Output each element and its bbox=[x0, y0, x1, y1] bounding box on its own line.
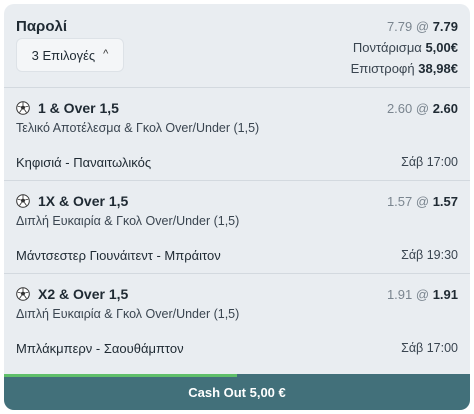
odds-separator: @ bbox=[412, 101, 433, 116]
selection-title: X2 & Over 1,5 bbox=[38, 286, 129, 302]
chevron-up-icon: ^ bbox=[103, 48, 109, 60]
return-label: Επιστροφή bbox=[350, 61, 415, 76]
parlay-title: Παρολί bbox=[16, 18, 68, 35]
selection-teams: Κηφισιά - Παναιτωλικός bbox=[16, 155, 152, 170]
selection-time: Σάβ 19:30 bbox=[401, 248, 458, 262]
parlay-odds-old: 7.79 bbox=[386, 19, 413, 34]
odds-separator: @ bbox=[412, 19, 433, 34]
stake-value: 5,00€ bbox=[425, 40, 458, 55]
selection-item: 1X & Over 1,5 1.57 @ 1.57 Διπλή Ευκαιρία… bbox=[4, 181, 470, 274]
selection-odds-new: 1.57 bbox=[432, 194, 458, 209]
selection-odds-old: 1.57 bbox=[386, 194, 413, 209]
odds-separator: @ bbox=[412, 194, 433, 209]
bet-card: Παρολί 3 Επιλογές ^ 7.79 @ 7.79 Ποντάρισ… bbox=[4, 4, 470, 410]
parlay-header: Παρολί 3 Επιλογές ^ 7.79 @ 7.79 Ποντάρισ… bbox=[4, 4, 470, 88]
selection-item: 1 & Over 1,5 2.60 @ 2.60 Τελικό Αποτέλεσ… bbox=[4, 88, 470, 181]
selection-time: Σάβ 17:00 bbox=[401, 341, 458, 355]
selection-market: Τελικό Αποτέλεσμα & Γκολ Over/Under (1,5… bbox=[16, 121, 260, 135]
return-value: 38,98€ bbox=[418, 61, 458, 76]
selection-item: X2 & Over 1,5 1.91 @ 1.91 Διπλή Ευκαιρία… bbox=[4, 274, 470, 367]
selection-title: 1X & Over 1,5 bbox=[38, 193, 129, 209]
selection-odds: 1.91 @ 1.91 bbox=[387, 287, 458, 302]
soccer-ball-icon bbox=[16, 287, 30, 301]
parlay-odds: 7.79 @ 7.79 bbox=[387, 19, 458, 34]
selection-odds-new: 1.91 bbox=[432, 287, 458, 302]
selection-market: Διπλή Ευκαιρία & Γκολ Over/Under (1,5) bbox=[16, 307, 240, 321]
soccer-ball-icon bbox=[16, 101, 30, 115]
selection-teams: Μάντσεστερ Γιουνάιτεντ - Μπράιτον bbox=[16, 248, 221, 263]
selection-title: 1 & Over 1,5 bbox=[38, 100, 119, 116]
selections-toggle-button[interactable]: 3 Επιλογές ^ bbox=[16, 38, 124, 72]
odds-separator: @ bbox=[412, 287, 433, 302]
selection-time: Σάβ 17:00 bbox=[401, 155, 458, 169]
selection-odds-old: 1.91 bbox=[386, 287, 413, 302]
parlay-odds-new: 7.79 bbox=[432, 19, 458, 34]
cashout-button[interactable]: Cash Out 5,00 € bbox=[4, 374, 470, 410]
selections-count-label: 3 Επιλογές bbox=[31, 47, 96, 63]
selection-odds-old: 2.60 bbox=[386, 101, 413, 116]
stake-row: Ποντάρισμα 5,00€ bbox=[353, 40, 458, 55]
selection-odds: 1.57 @ 1.57 bbox=[387, 194, 458, 209]
selection-odds: 2.60 @ 2.60 bbox=[387, 101, 458, 116]
return-row: Επιστροφή 38,98€ bbox=[351, 61, 458, 76]
selection-market: Διπλή Ευκαιρία & Γκολ Over/Under (1,5) bbox=[16, 214, 240, 228]
selection-odds-new: 2.60 bbox=[432, 101, 458, 116]
cashout-label: Cash Out 5,00 € bbox=[188, 384, 286, 400]
cashout-progress-bar bbox=[4, 374, 237, 377]
stake-label: Ποντάρισμα bbox=[352, 40, 422, 55]
soccer-ball-icon bbox=[16, 194, 30, 208]
selection-teams: Μπλάκμπερν - Σαουθάμπτον bbox=[16, 341, 184, 356]
